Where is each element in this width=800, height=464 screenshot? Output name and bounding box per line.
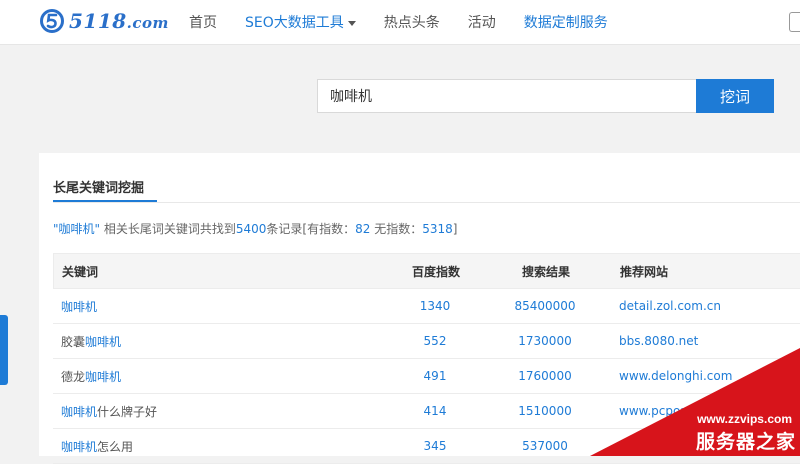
- summary-with-index: 82: [355, 222, 371, 236]
- search-results-value[interactable]: 1760000: [485, 369, 605, 383]
- col-header-keyword[interactable]: 关键词: [54, 263, 386, 280]
- tab-longtail-keywords[interactable]: 长尾关键词挖掘: [53, 177, 144, 196]
- baidu-index-value[interactable]: 414: [385, 404, 485, 418]
- nav-seo-tools-label: SEO大数据工具: [245, 15, 344, 31]
- col-header-search-results[interactable]: 搜索结果: [486, 263, 606, 280]
- keyword-cell[interactable]: 咖啡机: [53, 298, 385, 315]
- keyword-highlight: 咖啡机: [61, 404, 98, 419]
- summary-text-1: 相关长尾词关键词共找到: [100, 222, 236, 236]
- dig-button[interactable]: 挖词: [696, 79, 774, 113]
- nav-events[interactable]: 活动: [468, 12, 496, 32]
- summary-text-2: 条记录[有指数：: [266, 222, 356, 236]
- caret-down-icon: [347, 20, 356, 26]
- nav-hot-news[interactable]: 热点头条: [384, 12, 440, 32]
- keyword-cell[interactable]: 咖啡机什么牌子好: [53, 403, 385, 420]
- site-logo[interactable]: 5118.com: [40, 7, 169, 35]
- summary-keyword: "咖啡机": [53, 222, 101, 236]
- summary-text-4: ]: [452, 222, 458, 236]
- table-row: 咖啡机 1340 85400000 detail.zol.com.cn: [53, 289, 800, 324]
- col-header-recommended-site: 推荐网站: [620, 264, 669, 279]
- col-header-baidu-index[interactable]: 百度指数: [386, 263, 486, 280]
- site-watermark: www.zzvips.com 服务器之家: [590, 346, 800, 456]
- nav-seo-tools[interactable]: SEO大数据工具: [245, 12, 356, 32]
- keyword-highlight: 咖啡机: [85, 369, 122, 384]
- table-header: 关键词 百度指数 搜索结果 推荐网站: [53, 253, 800, 289]
- tab-divider: [53, 202, 800, 203]
- watermark-url: www.zzvips.com: [697, 412, 792, 426]
- keyword-cell[interactable]: 胶囊咖啡机: [53, 333, 385, 350]
- keyword-prefix: 德龙: [61, 369, 86, 384]
- keyword-highlight: 咖啡机: [61, 439, 98, 454]
- search-results-value[interactable]: 1510000: [485, 404, 605, 418]
- keyword-cell[interactable]: 咖啡机怎么用: [53, 438, 385, 455]
- baidu-index-value[interactable]: 1340: [385, 299, 485, 313]
- logo-icon: [40, 9, 64, 33]
- search-input[interactable]: [317, 79, 696, 113]
- result-summary: "咖啡机" 相关长尾词关键词共找到5400条记录[有指数：82 无指数：5318…: [53, 220, 457, 237]
- baidu-index-value[interactable]: 345: [385, 439, 485, 453]
- nav-home[interactable]: 首页: [189, 12, 217, 32]
- search-results-value[interactable]: 1730000: [485, 334, 605, 348]
- logo-text: 5118.com: [69, 9, 169, 33]
- keyword-cell[interactable]: 德龙咖啡机: [53, 368, 385, 385]
- search-results-value[interactable]: 85400000: [485, 299, 605, 313]
- keyword-prefix: 胶囊: [61, 334, 86, 349]
- search-results-value[interactable]: 537000: [485, 439, 605, 453]
- recommended-site-link[interactable]: detail.zol.com.cn: [605, 299, 721, 313]
- keyword-suffix: 怎么用: [97, 439, 134, 454]
- summary-text-3: 无指数：: [370, 222, 423, 236]
- summary-total: 5400: [235, 222, 267, 236]
- user-menu-toggle[interactable]: [789, 12, 800, 32]
- summary-without-index: 5318: [422, 222, 453, 236]
- nav-custom-data-service[interactable]: 数据定制服务: [524, 12, 608, 32]
- baidu-index-value[interactable]: 552: [385, 334, 485, 348]
- keyword-highlight: 咖啡机: [61, 299, 98, 314]
- top-navbar: 5118.com 首页 SEO大数据工具 热点头条 活动 数据定制服务: [0, 0, 800, 45]
- watermark-name: 服务器之家: [695, 431, 796, 453]
- keyword-highlight: 咖啡机: [85, 334, 122, 349]
- keyword-suffix: 什么牌子好: [97, 404, 158, 419]
- baidu-index-value[interactable]: 491: [385, 369, 485, 383]
- search-bar: 挖词: [317, 79, 774, 113]
- main-nav: 首页 SEO大数据工具 热点头条 活动 数据定制服务: [189, 0, 636, 44]
- side-feedback-tab[interactable]: [0, 315, 8, 385]
